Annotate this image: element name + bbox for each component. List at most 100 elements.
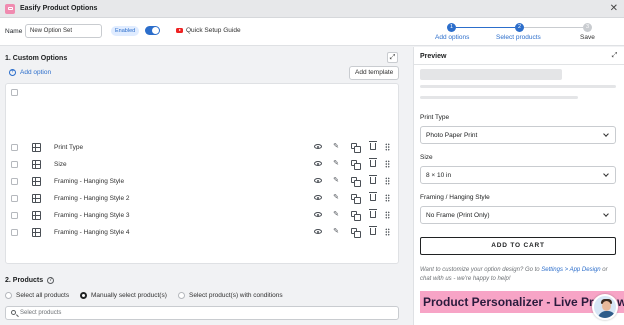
option-grid-icon — [32, 228, 41, 237]
row-checkbox[interactable] — [11, 229, 18, 236]
edit-pencil-icon[interactable]: ✎ — [331, 193, 341, 203]
search-placeholder: Select products — [20, 310, 62, 316]
add-to-cart-button[interactable]: ADD TO CART — [420, 237, 616, 255]
help-icon[interactable]: ? — [47, 277, 55, 284]
option-row[interactable]: Size ✎ — [6, 156, 398, 173]
add-template-button[interactable]: Add template — [349, 66, 400, 80]
radio-button-selected[interactable] — [80, 292, 87, 299]
field-label-print-type: Print Type — [420, 114, 450, 121]
delete-trash-icon[interactable] — [369, 158, 377, 167]
toggle-knob — [152, 27, 159, 34]
delete-trash-icon[interactable] — [369, 226, 377, 235]
edit-pencil-icon[interactable]: ✎ — [331, 227, 341, 237]
delete-trash-icon[interactable] — [369, 141, 377, 150]
select-value: No Frame (Print Only) — [426, 212, 490, 219]
chevron-down-icon — [603, 171, 609, 177]
option-grid-icon — [32, 143, 41, 152]
step-1-circle[interactable]: 1 — [447, 23, 456, 32]
radio-button[interactable] — [5, 292, 12, 299]
note-text: Want to customize your option design? Go… — [420, 267, 542, 273]
quick-setup-guide-link[interactable]: Quick Setup Guide — [186, 27, 241, 34]
divider — [414, 64, 624, 65]
row-checkbox[interactable] — [11, 144, 18, 151]
drag-handle-icon[interactable] — [385, 228, 390, 236]
edit-pencil-icon[interactable]: ✎ — [331, 176, 341, 186]
option-row[interactable]: Framing - Hanging Style 4 ✎ — [6, 224, 398, 241]
chevron-down-icon — [603, 131, 609, 137]
options-list: Print Type ✎ Size ✎ Framing - Hanging Style ✎… — [5, 83, 399, 264]
option-row[interactable]: Framing - Hanging Style 2 ✎ — [6, 190, 398, 207]
duplicate-icon[interactable] — [351, 194, 361, 204]
step-1-label[interactable]: Add options — [435, 34, 469, 41]
add-option-button[interactable]: + Add option — [9, 69, 51, 76]
delete-trash-icon[interactable] — [369, 192, 377, 201]
avatar-face — [602, 301, 611, 311]
drag-handle-icon[interactable] — [385, 211, 390, 219]
option-grid-icon — [32, 211, 41, 220]
edit-pencil-icon[interactable]: ✎ — [331, 210, 341, 220]
edit-pencil-icon[interactable]: ✎ — [331, 159, 341, 169]
option-grid-icon — [32, 177, 41, 186]
step-2-label[interactable]: Select products — [496, 34, 541, 41]
option-name: Framing - Hanging Style 2 — [54, 195, 130, 202]
visibility-eye-icon[interactable] — [314, 144, 322, 149]
search-icon — [11, 310, 16, 315]
close-icon[interactable]: ✕ — [610, 3, 618, 14]
visibility-eye-icon[interactable] — [314, 229, 322, 234]
print-type-select[interactable]: Photo Paper Print — [420, 126, 616, 144]
visibility-eye-icon[interactable] — [314, 195, 322, 200]
drag-handle-icon[interactable] — [385, 177, 390, 185]
duplicate-icon[interactable] — [351, 143, 361, 153]
row-checkbox[interactable] — [11, 212, 18, 219]
preview-title: Preview — [420, 53, 447, 60]
option-grid-icon — [32, 194, 41, 203]
product-search-input[interactable]: Select products — [5, 306, 399, 320]
drag-handle-icon[interactable] — [385, 160, 390, 168]
name-label: Name — [5, 28, 23, 35]
framing-select[interactable]: No Frame (Print Only) — [420, 206, 616, 224]
visibility-eye-icon[interactable] — [314, 161, 322, 166]
select-all-checkbox[interactable] — [11, 89, 18, 96]
step-3-circle[interactable]: 3 — [583, 23, 592, 32]
option-set-name-input[interactable]: New Option Set — [25, 24, 102, 38]
radio-select-all[interactable]: Select all products — [5, 292, 69, 299]
expand-icon[interactable]: ⤢ — [609, 51, 620, 62]
row-checkbox[interactable] — [11, 195, 18, 202]
option-row[interactable]: Framing - Hanging Style 3 ✎ — [6, 207, 398, 224]
duplicate-icon[interactable] — [351, 211, 361, 221]
step-connector — [456, 27, 515, 28]
option-name: Framing - Hanging Style 3 — [54, 212, 130, 219]
options-panel: 1. Custom Options ⤢ + Add option Add tem… — [0, 47, 410, 325]
row-checkbox[interactable] — [11, 178, 18, 185]
option-row[interactable]: Print Type ✎ — [6, 139, 398, 156]
radio-button[interactable] — [178, 292, 185, 299]
delete-trash-icon[interactable] — [369, 175, 377, 184]
visibility-eye-icon[interactable] — [314, 212, 322, 217]
duplicate-icon[interactable] — [351, 228, 361, 238]
title-bar: Easify Product Options ✕ — [0, 0, 624, 18]
field-label-framing: Framing / Hanging Style — [420, 194, 490, 201]
step-3-label[interactable]: Save — [580, 34, 595, 41]
drag-handle-icon[interactable] — [385, 143, 390, 151]
settings-app-design-link[interactable]: Settings > App Design — [541, 267, 600, 273]
visibility-eye-icon[interactable] — [314, 178, 322, 183]
products-title: 2. Products — [5, 277, 44, 284]
support-chat-avatar[interactable] — [592, 294, 618, 320]
step-2-circle[interactable]: 2 — [515, 23, 524, 32]
radio-conditions[interactable]: Select product(s) with conditions — [178, 292, 283, 299]
expand-icon[interactable]: ⤢ — [387, 52, 398, 63]
option-row[interactable]: Framing - Hanging Style ✎ — [6, 173, 398, 190]
size-select[interactable]: 8 × 10 in — [420, 166, 616, 184]
drag-handle-icon[interactable] — [385, 194, 390, 202]
row-checkbox[interactable] — [11, 161, 18, 168]
progress-steps: 1 2 3 Add options Select products Save — [420, 22, 620, 44]
duplicate-icon[interactable] — [351, 160, 361, 170]
delete-trash-icon[interactable] — [369, 209, 377, 218]
enabled-toggle[interactable] — [145, 26, 160, 35]
radio-manual-select[interactable]: Manually select product(s) — [80, 292, 167, 299]
duplicate-icon[interactable] — [351, 177, 361, 187]
products-title-row: 2. Products ? — [5, 277, 55, 284]
select-value: Photo Paper Print — [426, 132, 478, 139]
app-logo-icon — [5, 3, 15, 14]
edit-pencil-icon[interactable]: ✎ — [331, 142, 341, 152]
